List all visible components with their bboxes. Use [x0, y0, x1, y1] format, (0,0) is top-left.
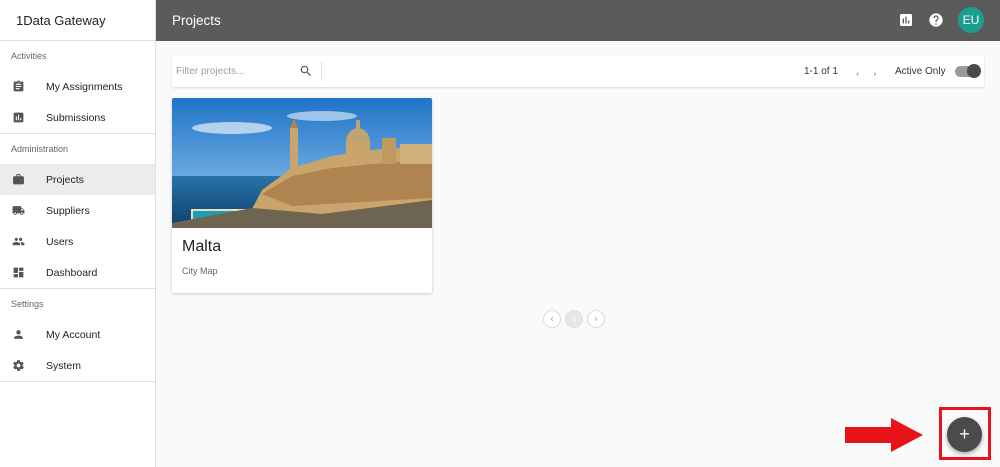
next-page-button[interactable]: [587, 310, 605, 328]
toggle-knob: [967, 64, 981, 78]
sidebar-section-activities: Activities My Assignments Submissions: [0, 41, 155, 134]
section-title-administration: Administration: [11, 144, 69, 154]
briefcase-icon: [11, 173, 25, 187]
annotation-arrow: [845, 418, 923, 452]
assignment-icon: [11, 80, 25, 94]
previous-page-button[interactable]: [543, 310, 561, 328]
filter-projects-input[interactable]: [176, 63, 296, 80]
sidebar-item-label: Projects: [46, 173, 84, 186]
chevron-right-icon: [594, 317, 598, 321]
next-page-icon[interactable]: [870, 66, 880, 77]
chevron-left-icon: [550, 317, 554, 321]
sidebar-item-submissions[interactable]: Submissions: [0, 102, 155, 133]
search-icon[interactable]: [299, 64, 313, 78]
sidebar-item-dashboard[interactable]: Dashboard: [0, 257, 155, 288]
project-name: Malta: [182, 238, 222, 255]
sidebar-item-label: Submissions: [46, 111, 106, 124]
chart-icon[interactable]: [898, 12, 914, 28]
sidebar-item-projects[interactable]: Projects: [0, 164, 155, 195]
project-type: City Map: [182, 266, 218, 276]
card-pagination: 1: [543, 310, 605, 328]
sidebar-item-label: Suppliers: [46, 204, 90, 217]
sidebar-item-label: Users: [46, 235, 74, 248]
sidebar-item-system[interactable]: System: [0, 350, 155, 381]
chart-icon: [11, 111, 25, 125]
dashboard-icon: [11, 266, 25, 280]
sidebar-item-suppliers[interactable]: Suppliers: [0, 195, 155, 226]
sidebar: 1Data Gateway Activities My Assignments …: [0, 0, 156, 467]
section-title-activities: Activities: [11, 51, 47, 61]
previous-page-icon[interactable]: [852, 66, 862, 77]
top-app-bar: Projects EU: [156, 0, 1000, 41]
sidebar-item-users[interactable]: Users: [0, 226, 155, 257]
sidebar-item-label: Dashboard: [46, 266, 98, 279]
person-icon: [11, 328, 25, 342]
active-only-label: Active Only: [895, 66, 946, 77]
sidebar-section-settings: Settings My Account System: [0, 289, 155, 382]
page-title: Projects: [172, 13, 221, 28]
sidebar-item-label: My Assignments: [46, 80, 123, 93]
sidebar-item-my-assignments[interactable]: My Assignments: [0, 71, 155, 102]
sidebar-item-label: System: [46, 359, 82, 372]
project-card-malta[interactable]: Malta City Map: [172, 98, 432, 293]
truck-icon: [11, 204, 25, 218]
help-icon[interactable]: [928, 12, 944, 28]
gear-icon: [11, 359, 25, 373]
project-cover-image: [172, 98, 432, 228]
sidebar-item-my-account[interactable]: My Account: [0, 319, 155, 350]
active-only-toggle[interactable]: [955, 64, 981, 78]
page-number-button[interactable]: 1: [565, 310, 583, 328]
section-title-settings: Settings: [11, 299, 44, 309]
sidebar-section-administration: Administration Projects Suppliers Users …: [0, 134, 155, 289]
divider: [321, 62, 322, 81]
user-avatar[interactable]: EU: [958, 7, 984, 33]
add-project-button[interactable]: +: [947, 417, 982, 452]
project-filter-bar: 1-1 of 1 Active Only: [172, 56, 984, 87]
sidebar-item-label: My Account: [46, 328, 101, 341]
pagination-range: 1-1 of 1: [804, 66, 838, 77]
people-icon: [11, 235, 25, 249]
app-brand: 1Data Gateway: [0, 0, 155, 41]
